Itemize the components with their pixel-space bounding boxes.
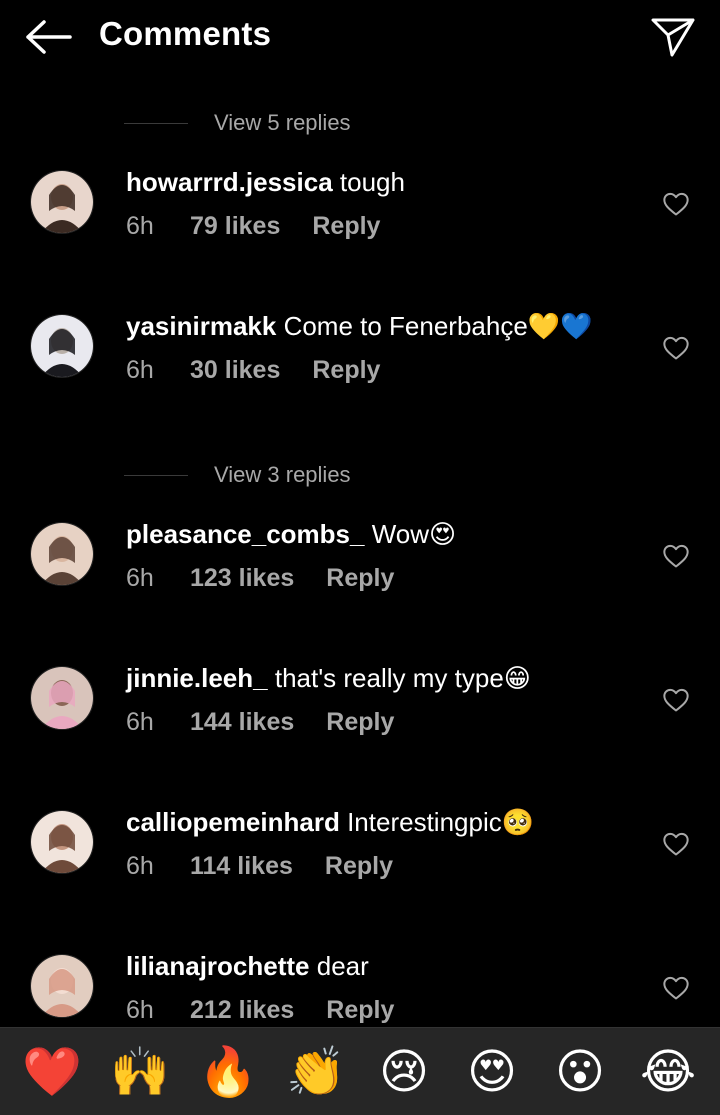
comment-meta: 6h 79 likes Reply xyxy=(126,212,380,241)
like-heart-icon[interactable] xyxy=(662,334,690,362)
comment-timestamp: 6h xyxy=(126,852,154,880)
reaction-fire-icon[interactable]: 🔥 xyxy=(197,1041,259,1103)
view-replies-link[interactable]: View 3 replies xyxy=(214,462,351,488)
comment-text: yasinirmakk Come to Fenerbahçe💛💙 xyxy=(126,310,593,343)
comment-username[interactable]: yasinirmakk xyxy=(126,311,276,341)
reply-button[interactable]: Reply xyxy=(312,356,380,385)
replies-divider-line xyxy=(124,475,188,476)
avatar[interactable] xyxy=(30,954,94,1018)
comment-text: pleasance_combs_ Wow😍 xyxy=(126,518,456,551)
like-heart-icon[interactable] xyxy=(662,686,690,714)
reply-button[interactable]: Reply xyxy=(326,564,394,593)
send-icon xyxy=(651,18,695,57)
reaction-sad-face-icon[interactable]: 😢 xyxy=(373,1041,435,1103)
comment-username[interactable]: jinnie.leeh_ xyxy=(126,663,268,693)
reaction-red-heart-icon[interactable]: ❤️ xyxy=(21,1041,83,1103)
view-replies-row[interactable]: View 3 replies xyxy=(0,444,720,508)
reply-button[interactable]: Reply xyxy=(326,708,394,737)
comment-text: lilianajrochette dear xyxy=(126,950,369,982)
avatar[interactable] xyxy=(30,522,94,586)
comment-timestamp: 6h xyxy=(126,212,154,240)
comment-meta: 6h 144 likes Reply xyxy=(126,708,394,737)
reaction-raising-hands-icon[interactable]: 🙌 xyxy=(109,1041,171,1103)
comments-list: View 5 replies howarrrd.jessica tough 6h 79… xyxy=(0,92,720,1084)
comment-item: pleasance_combs_ Wow😍 6h 123 likes Reply xyxy=(0,508,720,652)
comment-body: Come to Fenerbahçe xyxy=(283,311,528,341)
comment-emoji: 🥺 xyxy=(501,808,535,838)
comment-likes[interactable]: 212 likes xyxy=(190,996,294,1025)
comment-meta: 6h 114 likes Reply xyxy=(126,852,393,881)
comment-likes[interactable]: 114 likes xyxy=(190,852,293,881)
share-button[interactable] xyxy=(648,12,698,62)
like-heart-icon[interactable] xyxy=(662,190,690,218)
comment-timestamp: 6h xyxy=(126,708,154,736)
like-heart-icon[interactable] xyxy=(662,830,690,858)
comment-body: dear xyxy=(316,951,369,981)
comment-item: jinnie.leeh_ that's really my type😁 6h 144… xyxy=(0,652,720,796)
view-replies-link[interactable]: View 5 replies xyxy=(214,110,351,136)
comment-body: that's really my type xyxy=(274,663,504,693)
like-heart-icon[interactable] xyxy=(662,542,690,570)
comment-emoji: 😍 xyxy=(429,520,457,550)
reaction-surprised-face-icon[interactable]: 😮 xyxy=(549,1041,611,1103)
comment-body: Wow xyxy=(371,519,430,549)
comment-text: howarrrd.jessica tough xyxy=(126,166,405,198)
comment-username[interactable]: pleasance_combs_ xyxy=(126,519,364,549)
top-bar: Comments xyxy=(0,0,720,76)
comment-username[interactable]: calliopemeinhard xyxy=(126,807,340,837)
comment-likes[interactable]: 123 likes xyxy=(190,564,294,593)
comment-meta: 6h 123 likes Reply xyxy=(126,564,394,593)
comment-body: tough xyxy=(339,167,405,197)
reply-button[interactable]: Reply xyxy=(312,212,380,241)
reaction-tears-of-joy-icon[interactable]: 😂 xyxy=(637,1041,699,1103)
reply-button[interactable]: Reply xyxy=(326,996,394,1025)
comment-username[interactable]: howarrrd.jessica xyxy=(126,167,333,197)
back-button[interactable] xyxy=(22,14,74,60)
back-arrow-icon xyxy=(26,20,72,54)
quick-reaction-bar: ❤️ 🙌 🔥 👏 😢 😍 😮 😂 xyxy=(0,1027,720,1115)
comment-username[interactable]: lilianajrochette xyxy=(126,951,310,981)
comment-likes[interactable]: 79 likes xyxy=(190,212,280,241)
reaction-heart-eyes-icon[interactable]: 😍 xyxy=(461,1041,523,1103)
comment-item: yasinirmakk Come to Fenerbahçe💛💙 6h 30 lik… xyxy=(0,300,720,444)
reaction-clapping-hands-icon[interactable]: 👏 xyxy=(285,1041,347,1103)
page-title: Comments xyxy=(99,15,272,52)
reply-button[interactable]: Reply xyxy=(325,852,393,881)
comment-timestamp: 6h xyxy=(126,564,154,592)
comment-meta: 6h 212 likes Reply xyxy=(126,996,394,1025)
comment-likes[interactable]: 30 likes xyxy=(190,356,280,385)
comment-meta: 6h 30 likes Reply xyxy=(126,356,380,385)
avatar[interactable] xyxy=(30,170,94,234)
replies-divider-line xyxy=(124,123,188,124)
comment-likes[interactable]: 144 likes xyxy=(190,708,294,737)
comment-timestamp: 6h xyxy=(126,996,154,1024)
comment-emoji: 😁 xyxy=(503,664,531,694)
avatar[interactable] xyxy=(30,314,94,378)
avatar[interactable] xyxy=(30,810,94,874)
comment-item: howarrrd.jessica tough 6h 79 likes Reply xyxy=(0,156,720,300)
like-heart-icon[interactable] xyxy=(662,974,690,1002)
comment-item: calliopemeinhard Interestingpic🥺 6h 114 li… xyxy=(0,796,720,940)
avatar[interactable] xyxy=(30,666,94,730)
comment-text: jinnie.leeh_ that's really my type😁 xyxy=(126,662,531,695)
comment-timestamp: 6h xyxy=(126,356,154,384)
comment-emoji: 💛💙 xyxy=(527,312,593,342)
view-replies-row[interactable]: View 5 replies xyxy=(0,92,720,156)
comment-text: calliopemeinhard Interestingpic🥺 xyxy=(126,806,534,839)
comment-body: Interestingpic xyxy=(347,807,502,837)
